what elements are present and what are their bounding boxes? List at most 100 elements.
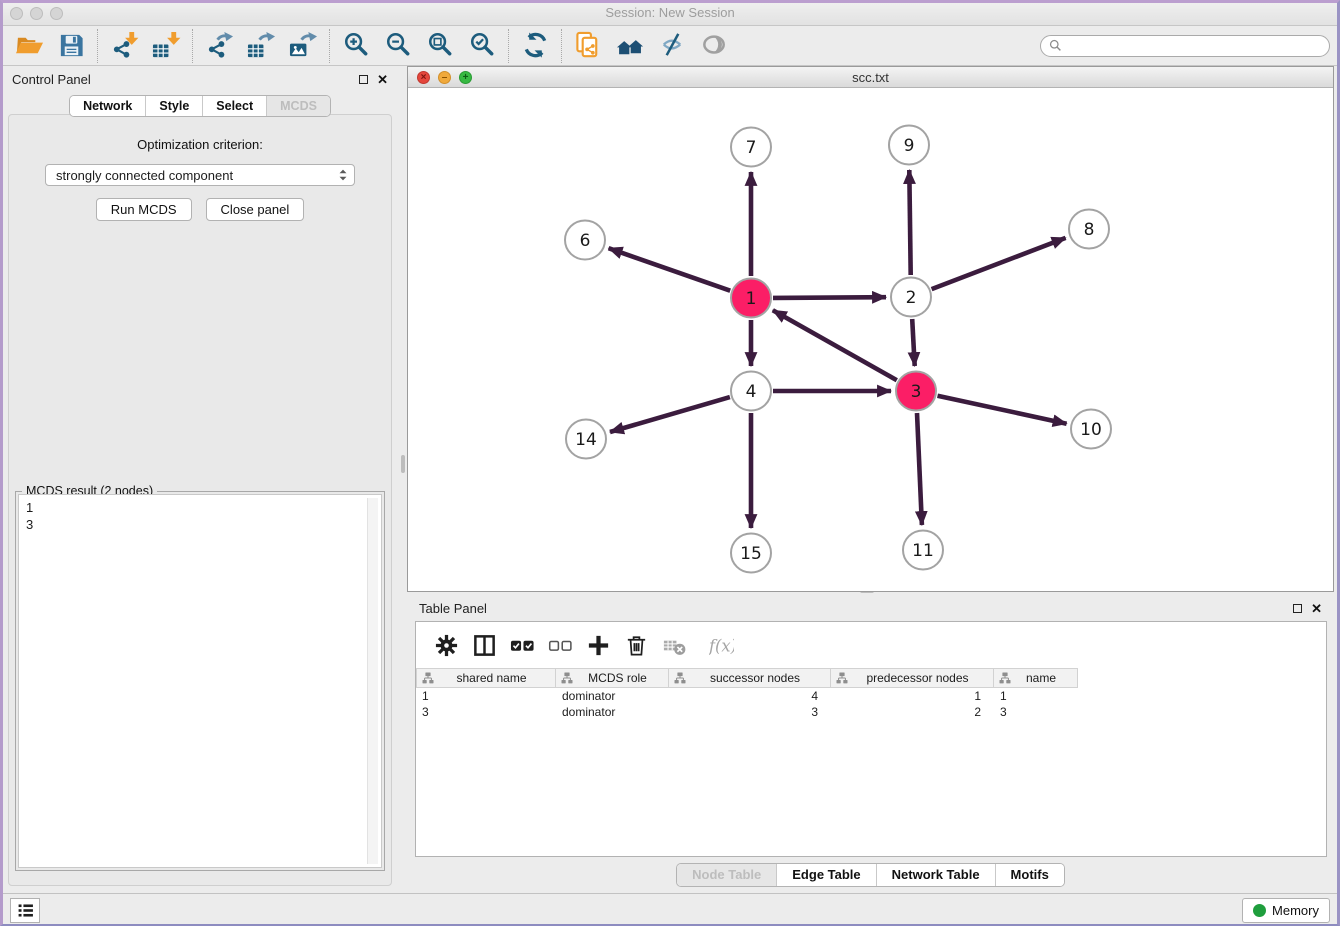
graph-node-10[interactable]: 10: [1071, 410, 1111, 449]
graph-node-1[interactable]: 1: [731, 279, 771, 318]
close-panel-button[interactable]: Close panel: [206, 198, 305, 221]
open-session-button[interactable]: [8, 29, 50, 63]
tab-motifs[interactable]: Motifs: [995, 864, 1064, 886]
search-icon: [1049, 39, 1062, 52]
toolbar-separator: [329, 29, 330, 63]
window-controls[interactable]: [10, 7, 63, 20]
edge-2-3[interactable]: [912, 319, 915, 366]
export-table-button[interactable]: [240, 29, 282, 63]
graph-node-14[interactable]: 14: [566, 420, 606, 459]
svg-text:9: 9: [904, 136, 915, 156]
criterion-select[interactable]: strongly connected component: [45, 164, 355, 186]
network-window-controls[interactable]: × – +: [417, 71, 472, 84]
run-mcds-button[interactable]: Run MCDS: [96, 198, 192, 221]
settings-button[interactable]: [433, 632, 459, 658]
titlebar: Session: New Session: [0, 0, 1340, 26]
add-row-button[interactable]: [585, 632, 611, 658]
tab-select[interactable]: Select: [202, 96, 266, 116]
minimize-network-icon[interactable]: –: [438, 71, 451, 84]
zoom-out-button[interactable]: [377, 29, 419, 63]
export-image-button[interactable]: [282, 29, 324, 63]
column-header-shared-name[interactable]: shared name: [416, 668, 556, 688]
column-header-predecessor-nodes[interactable]: predecessor nodes: [831, 668, 994, 688]
table-cell: 2: [831, 705, 994, 719]
zoom-in-icon: [342, 31, 371, 60]
float-table-panel-icon[interactable]: [1293, 604, 1302, 613]
export-network-button[interactable]: [198, 29, 240, 63]
network-window-title: scc.txt: [852, 70, 889, 85]
function-builder-icon: f(x): [709, 633, 734, 658]
column-header-successor-nodes[interactable]: successor nodes: [669, 668, 831, 688]
columns-button[interactable]: [471, 632, 497, 658]
network-list-button[interactable]: [10, 898, 40, 923]
clone-network-icon: [574, 31, 603, 60]
table-row[interactable]: 1dominator411: [416, 688, 1326, 704]
tree-icon: [836, 672, 848, 684]
close-panel-icon[interactable]: ✕: [377, 73, 388, 86]
delete-row-button[interactable]: [623, 632, 649, 658]
column-header-name[interactable]: name: [994, 668, 1078, 688]
close-network-icon[interactable]: ×: [417, 71, 430, 84]
graph-node-7[interactable]: 7: [731, 128, 771, 167]
graph-node-9[interactable]: 9: [889, 126, 929, 165]
select-all-button[interactable]: [509, 632, 535, 658]
table-row[interactable]: 3dominator323: [416, 704, 1326, 720]
graph-node-8[interactable]: 8: [1069, 210, 1109, 249]
zoom-fit-button[interactable]: [419, 29, 461, 63]
graph-node-11[interactable]: 11: [903, 531, 943, 570]
float-panel-icon[interactable]: [359, 75, 368, 84]
apply-layout-button[interactable]: [514, 29, 556, 63]
column-header-MCDS-role[interactable]: MCDS role: [556, 668, 669, 688]
network-graph[interactable]: 7 9 6 8 1 2 4 3 14 10 15 11: [408, 88, 1333, 591]
table-body: 1dominator4113dominator323: [416, 688, 1326, 720]
tab-mcds[interactable]: MCDS: [266, 96, 330, 116]
edge-3-1[interactable]: [773, 310, 897, 380]
edge-1-2[interactable]: [773, 297, 886, 298]
clone-network-button[interactable]: [567, 29, 609, 63]
tab-network-table[interactable]: Network Table: [876, 864, 995, 886]
deselect-all-button[interactable]: [547, 632, 573, 658]
search-input[interactable]: [1067, 38, 1321, 53]
mcds-result-text[interactable]: 13: [18, 494, 382, 868]
hide-panels-button[interactable]: [651, 29, 693, 63]
zoom-in-button[interactable]: [335, 29, 377, 63]
tree-icon: [561, 672, 573, 684]
edge-2-9[interactable]: [909, 170, 910, 275]
optimization-criterion-label: Optimization criterion:: [9, 137, 391, 152]
graph-node-2[interactable]: 2: [891, 278, 931, 317]
mcds-panel: Optimization criterion: strongly connect…: [8, 114, 392, 886]
tab-node-table[interactable]: Node Table: [677, 864, 776, 886]
minimize-window-button[interactable]: [30, 7, 43, 20]
tab-style[interactable]: Style: [145, 96, 202, 116]
import-network-button[interactable]: [103, 29, 145, 63]
maximize-network-icon[interactable]: +: [459, 71, 472, 84]
edge-4-14[interactable]: [610, 397, 730, 432]
edge-2-8[interactable]: [932, 238, 1066, 289]
graph-node-3[interactable]: 3: [896, 372, 936, 411]
search-box[interactable]: [1040, 35, 1330, 57]
edge-3-11[interactable]: [917, 413, 922, 525]
svg-text:1: 1: [746, 289, 757, 309]
vertical-splitter-handle[interactable]: [401, 455, 405, 473]
graph-node-6[interactable]: 6: [565, 221, 605, 260]
zoom-selected-button[interactable]: [461, 29, 503, 63]
svg-text:14: 14: [575, 430, 597, 450]
home-button[interactable]: [609, 29, 651, 63]
tab-edge-table[interactable]: Edge Table: [776, 864, 875, 886]
network-window-titlebar[interactable]: × – + scc.txt: [408, 67, 1333, 88]
zoom-window-button[interactable]: [50, 7, 63, 20]
memory-button[interactable]: Memory: [1242, 898, 1330, 923]
tab-network[interactable]: Network: [70, 96, 145, 116]
export-network-icon: [205, 31, 234, 60]
close-table-panel-icon[interactable]: ✕: [1311, 602, 1322, 615]
network-canvas[interactable]: 7 9 6 8 1 2 4 3 14 10 15 11: [408, 88, 1333, 591]
table-cell: 3: [416, 705, 556, 719]
import-table-button[interactable]: [145, 29, 187, 63]
edge-3-10[interactable]: [938, 396, 1067, 424]
close-window-button[interactable]: [10, 7, 23, 20]
graph-node-15[interactable]: 15: [731, 534, 771, 573]
save-session-button[interactable]: [50, 29, 92, 63]
result-scrollbar[interactable]: [367, 498, 378, 864]
graph-node-4[interactable]: 4: [731, 372, 771, 411]
edge-1-6[interactable]: [609, 248, 731, 291]
